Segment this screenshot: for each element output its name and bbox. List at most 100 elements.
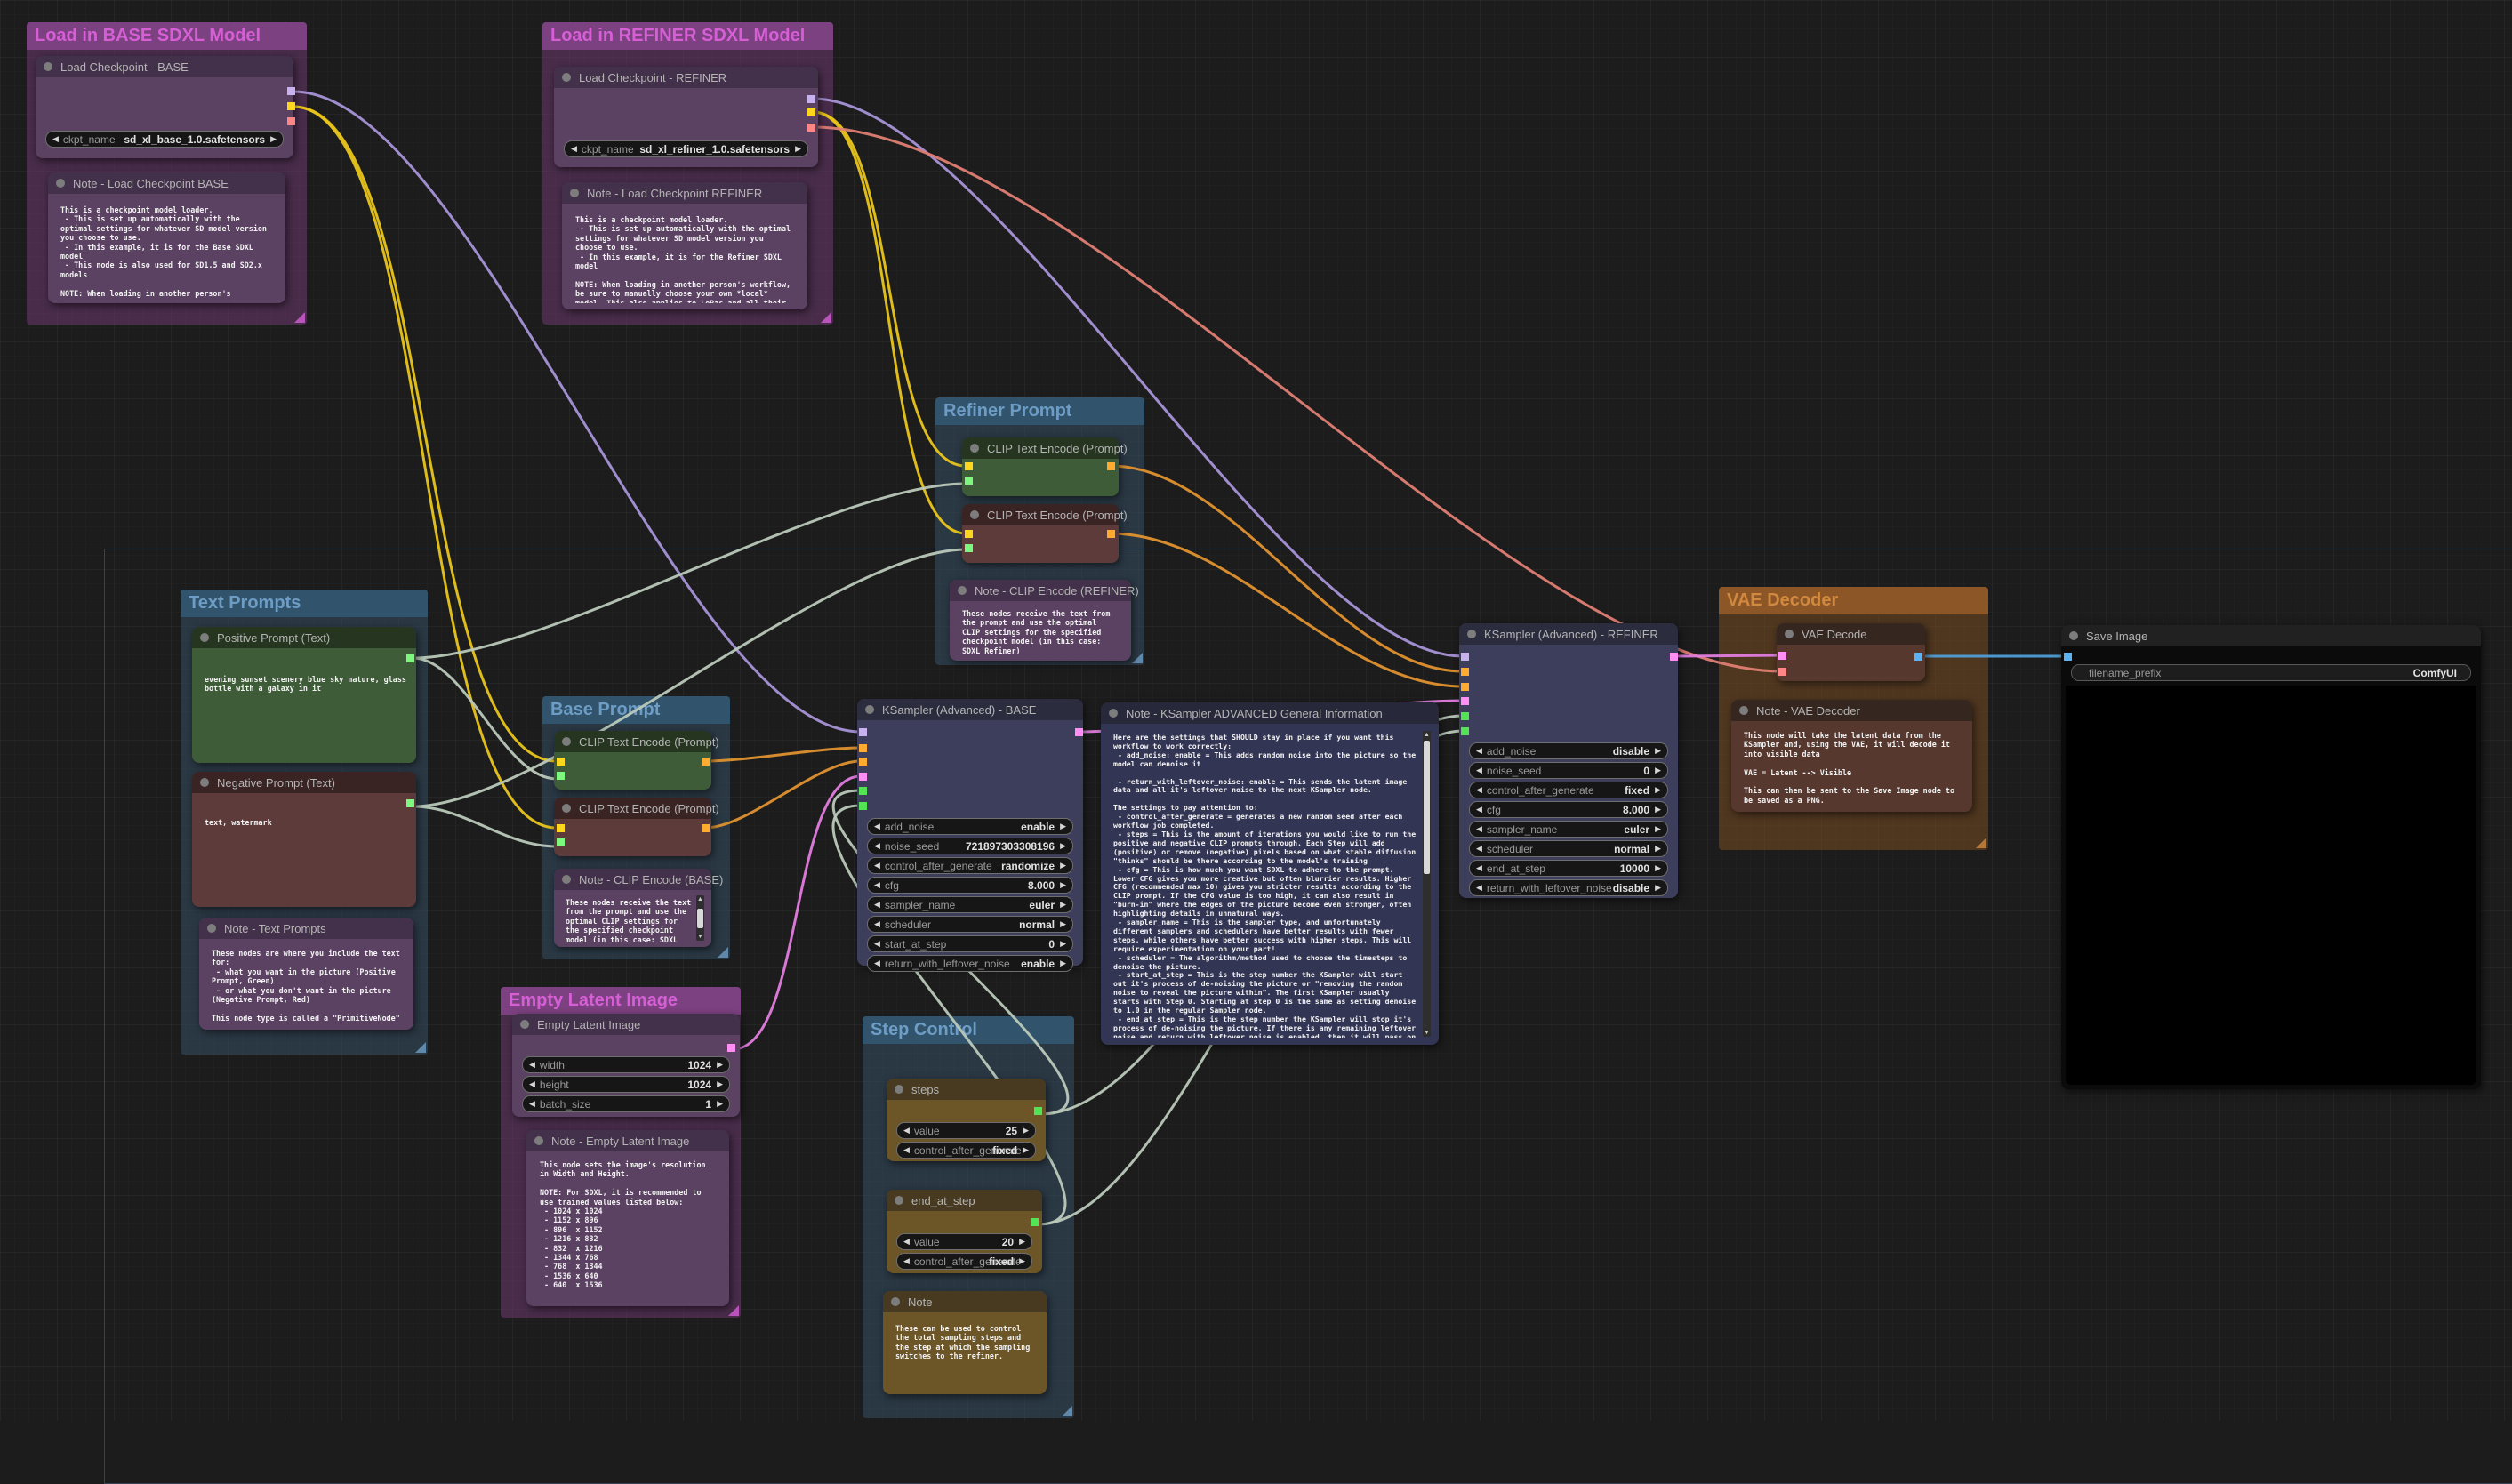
output-slot-int[interactable] bbox=[1034, 1107, 1042, 1115]
widget-add-noise[interactable]: ◀add_noisedisable▶ bbox=[1469, 742, 1668, 759]
scrollbar[interactable]: ▲▼ bbox=[696, 895, 704, 941]
input-slot-latent-image[interactable] bbox=[1461, 697, 1469, 705]
node-load-checkpoint-base[interactable]: Load Checkpoint - BASE ◀ ckpt_name sd_xl… bbox=[36, 56, 293, 158]
output-slot-latent[interactable] bbox=[1670, 653, 1678, 661]
widget-scheduler[interactable]: ◀schedulernormal▶ bbox=[867, 916, 1073, 933]
arrow-right-icon[interactable]: ▶ bbox=[1023, 1127, 1029, 1135]
arrow-left-icon[interactable]: ◀ bbox=[1476, 786, 1482, 794]
arrow-right-icon[interactable]: ▶ bbox=[717, 1080, 723, 1088]
collapse-dot-icon[interactable] bbox=[895, 1085, 903, 1094]
arrow-right-icon[interactable]: ▶ bbox=[1655, 786, 1661, 794]
arrow-left-icon[interactable]: ◀ bbox=[1476, 825, 1482, 833]
note-text[interactable]: This node will take the latent data from… bbox=[1739, 727, 1964, 806]
widget-control-after-generate[interactable]: ◀control_after_generaterandomize▶ bbox=[867, 857, 1073, 874]
collapse-dot-icon[interactable] bbox=[891, 1297, 900, 1306]
node-negative-prompt[interactable]: Negative Prompt (Text) text, watermark bbox=[192, 772, 416, 907]
collapse-dot-icon[interactable] bbox=[970, 444, 979, 453]
arrow-left-icon[interactable]: ◀ bbox=[1476, 884, 1482, 892]
output-slot-clip[interactable] bbox=[807, 108, 815, 116]
arrow-left-icon[interactable]: ◀ bbox=[874, 901, 880, 909]
arrow-left-icon[interactable]: ◀ bbox=[1476, 766, 1482, 774]
node-note-clip-encode-refiner[interactable]: Note - CLIP Encode (REFINER) These nodes… bbox=[950, 580, 1131, 661]
arrow-left-icon[interactable]: ◀ bbox=[874, 881, 880, 889]
note-text[interactable]: This is a checkpoint model loader. - Thi… bbox=[56, 202, 280, 298]
output-slot-conditioning[interactable] bbox=[702, 758, 710, 766]
scroll-down-icon[interactable]: ▼ bbox=[1424, 1029, 1430, 1037]
scrollbar[interactable]: ▲▼ bbox=[1423, 731, 1431, 1037]
widget-noise-seed[interactable]: ◀noise_seed721897303308196▶ bbox=[867, 838, 1073, 854]
output-slot-vae[interactable] bbox=[807, 124, 815, 132]
arrow-right-icon[interactable]: ▶ bbox=[1655, 806, 1661, 814]
node-note-text-prompts[interactable]: Note - Text Prompts These nodes are wher… bbox=[199, 918, 413, 1030]
input-slot-model[interactable] bbox=[859, 728, 867, 736]
output-slot-latent[interactable] bbox=[1075, 728, 1083, 736]
arrow-left-icon[interactable]: ◀ bbox=[903, 1127, 910, 1135]
collapse-dot-icon[interactable] bbox=[44, 62, 52, 71]
widget-cfg[interactable]: ◀cfg8.000▶ bbox=[1469, 801, 1668, 818]
collapse-dot-icon[interactable] bbox=[958, 586, 967, 595]
arrow-left-icon[interactable]: ◀ bbox=[1476, 864, 1482, 872]
arrow-right-icon[interactable]: ▶ bbox=[1019, 1238, 1025, 1246]
collapse-dot-icon[interactable] bbox=[200, 778, 209, 787]
input-slot-images[interactable] bbox=[2064, 653, 2072, 661]
input-slot-vae[interactable] bbox=[1778, 668, 1786, 676]
collapse-dot-icon[interactable] bbox=[56, 179, 65, 188]
node-empty-latent-image[interactable]: Empty Latent Image ◀width1024▶ ◀height10… bbox=[512, 1014, 740, 1117]
node-clip-encode-refiner-positive[interactable]: CLIP Text Encode (Prompt) bbox=[962, 437, 1119, 496]
arrow-left-icon[interactable]: ◀ bbox=[874, 940, 880, 948]
input-slot-start-at-step[interactable] bbox=[1461, 727, 1469, 735]
arrow-left-icon[interactable]: ◀ bbox=[903, 1146, 910, 1154]
input-slot-model[interactable] bbox=[1461, 653, 1469, 661]
arrow-right-icon[interactable]: ▶ bbox=[1655, 766, 1661, 774]
arrow-right-icon[interactable]: ▶ bbox=[1060, 842, 1066, 850]
arrow-left-icon[interactable]: ◀ bbox=[1476, 845, 1482, 853]
widget-ckpt-name[interactable]: ◀ ckpt_name sd_xl_base_1.0.safetensors ▶ bbox=[45, 131, 284, 148]
scroll-down-icon[interactable]: ▼ bbox=[697, 933, 703, 941]
widget-add-noise[interactable]: ◀add_noiseenable▶ bbox=[867, 818, 1073, 835]
output-slot-text[interactable] bbox=[406, 799, 414, 807]
collapse-dot-icon[interactable] bbox=[520, 1020, 529, 1029]
input-slot-clip[interactable] bbox=[965, 530, 973, 538]
widget-value[interactable]: ◀value20▶ bbox=[896, 1233, 1032, 1250]
output-slot-vae[interactable] bbox=[287, 117, 295, 125]
widget-control-after-generate[interactable]: ◀control_after_generatefixed▶ bbox=[896, 1142, 1036, 1159]
output-slot-text[interactable] bbox=[406, 654, 414, 662]
output-slot-model[interactable] bbox=[807, 95, 815, 103]
arrow-left-icon[interactable]: ◀ bbox=[874, 862, 880, 870]
collapse-dot-icon[interactable] bbox=[865, 705, 874, 714]
arrow-right-icon[interactable]: ▶ bbox=[270, 135, 277, 143]
node-note-ksampler-advanced[interactable]: Note - KSampler ADVANCED General Informa… bbox=[1101, 702, 1439, 1045]
input-slot-positive[interactable] bbox=[1461, 668, 1469, 676]
collapse-dot-icon[interactable] bbox=[570, 189, 579, 197]
input-slot-clip[interactable] bbox=[965, 462, 973, 470]
widget-noise-seed[interactable]: ◀noise_seed0▶ bbox=[1469, 762, 1668, 779]
node-note-vae-decoder[interactable]: Note - VAE Decoder This node will take t… bbox=[1731, 700, 1972, 812]
collapse-dot-icon[interactable] bbox=[895, 1196, 903, 1205]
input-slot-text[interactable] bbox=[965, 544, 973, 552]
note-text[interactable]: These nodes are where you include the te… bbox=[207, 945, 405, 1023]
widget-return-with-leftover-noise[interactable]: ◀return_with_leftover_noiseenable▶ bbox=[867, 955, 1073, 972]
arrow-left-icon[interactable]: ◀ bbox=[529, 1100, 535, 1108]
input-slot-end-at-step[interactable] bbox=[859, 802, 867, 810]
node-clip-encode-refiner-negative[interactable]: CLIP Text Encode (Prompt) bbox=[962, 504, 1119, 563]
arrow-right-icon[interactable]: ▶ bbox=[1060, 822, 1066, 830]
input-slot-clip[interactable] bbox=[557, 758, 565, 766]
output-slot-int[interactable] bbox=[1031, 1218, 1039, 1226]
node-vae-decode[interactable]: VAE Decode bbox=[1777, 623, 1925, 681]
arrow-left-icon[interactable]: ◀ bbox=[903, 1238, 910, 1246]
widget-end-at-step[interactable]: ◀end_at_step10000▶ bbox=[1469, 860, 1668, 877]
widget-start-at-step[interactable]: ◀start_at_step0▶ bbox=[867, 935, 1073, 952]
scroll-thumb[interactable] bbox=[1424, 741, 1430, 874]
widget-filename-prefix[interactable]: filename_prefix ComfyUI bbox=[2071, 664, 2471, 681]
arrow-right-icon[interactable]: ▶ bbox=[1655, 884, 1661, 892]
widget-value[interactable]: ◀value25▶ bbox=[896, 1122, 1036, 1139]
widget-height[interactable]: ◀height1024▶ bbox=[522, 1076, 730, 1093]
arrow-left-icon[interactable]: ◀ bbox=[1476, 806, 1482, 814]
widget-width[interactable]: ◀width1024▶ bbox=[522, 1056, 730, 1073]
widget-control-after-generate[interactable]: ◀control_after_generatefixed▶ bbox=[896, 1253, 1032, 1270]
arrow-right-icon[interactable]: ▶ bbox=[1655, 845, 1661, 853]
note-text[interactable]: This node sets the image's resolution in… bbox=[535, 1157, 720, 1299]
node-note-empty-latent[interactable]: Note - Empty Latent Image This node sets… bbox=[526, 1130, 729, 1306]
scroll-up-icon[interactable]: ▲ bbox=[697, 895, 703, 903]
note-text[interactable]: This is a checkpoint model loader. - Thi… bbox=[571, 212, 799, 303]
